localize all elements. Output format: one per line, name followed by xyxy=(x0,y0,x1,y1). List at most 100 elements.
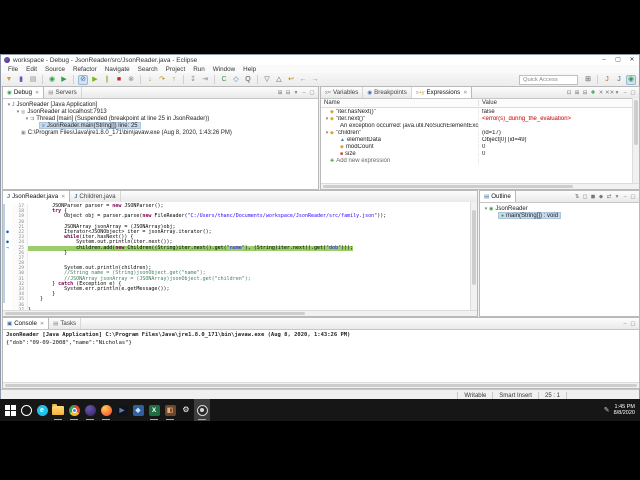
save-icon[interactable]: ▮ xyxy=(16,75,26,85)
menu-file[interactable]: File xyxy=(4,66,22,73)
minimize-icon[interactable]: – xyxy=(621,90,629,96)
new-java-class-icon[interactable]: C xyxy=(219,75,229,85)
tab-expressions[interactable]: x+y Expressions ✕ xyxy=(411,87,473,98)
console-output[interactable]: {"dob":"09-09-2008","name":"Nicholas"} xyxy=(3,338,639,346)
maximize-icon[interactable]: ▢ xyxy=(629,194,637,200)
tab-debug[interactable]: ◉ Debug ✕ xyxy=(3,87,45,98)
debug-tree-row[interactable]: ▾ ◎ JsonReader at localhost:7913 xyxy=(3,108,318,115)
excel-icon[interactable]: X xyxy=(146,399,162,421)
hide-static-members-icon[interactable]: ◼ xyxy=(589,194,597,200)
menu-project[interactable]: Project xyxy=(162,66,190,73)
menu-search[interactable]: Search xyxy=(134,66,162,73)
open-type-icon[interactable]: ◇ xyxy=(231,75,241,85)
expression-row[interactable]: ▾ ◆ "children" (id=17) xyxy=(321,129,639,136)
close-tab-icon[interactable]: ✕ xyxy=(40,321,44,327)
hide-non-public-icon[interactable]: ◆ xyxy=(597,194,605,200)
maximize-icon[interactable]: ▢ xyxy=(308,90,316,96)
debug-tree-row[interactable]: ≡ JsonReader.main(String[]) line: 25 xyxy=(3,122,318,129)
debug-tree-row[interactable]: ▾ J JsonReader [Java Application] xyxy=(3,101,318,108)
expressions-horizontal-scrollbar[interactable] xyxy=(321,183,639,189)
media-app-icon[interactable]: ◧ xyxy=(162,399,178,421)
menu-run[interactable]: Run xyxy=(189,66,209,73)
close-tab-icon[interactable]: ✕ xyxy=(463,90,467,96)
cortana-button[interactable] xyxy=(18,399,34,421)
debug-perspective-icon[interactable]: ◉ xyxy=(626,74,636,85)
step-over-icon[interactable]: ↷ xyxy=(157,75,167,85)
disconnect-icon[interactable]: ⊗ xyxy=(126,75,136,85)
editor-horizontal-scrollbar[interactable] xyxy=(3,310,477,316)
view-layout-icon[interactable]: ⊞ xyxy=(276,90,284,96)
minimize-icon[interactable]: – xyxy=(300,90,308,96)
minimize-icon[interactable]: – xyxy=(621,321,629,327)
obs-icon[interactable] xyxy=(194,399,210,421)
terminate-icon[interactable]: ■ xyxy=(114,75,124,85)
menu-refactor[interactable]: Refactor xyxy=(69,66,101,73)
forward-icon[interactable]: → xyxy=(310,75,320,85)
code-editor[interactable]: 17 JSONParser parser = new JSONParser();… xyxy=(3,202,470,310)
java-perspective-icon[interactable]: J xyxy=(614,75,624,85)
debug-tree-row[interactable]: ▾ ⇉ Thread [main] (Suspended (breakpoint a… xyxy=(3,115,318,122)
view-menu-icon[interactable]: ▾ xyxy=(613,194,621,200)
blue-app-icon[interactable]: ◆ xyxy=(130,399,146,421)
minimize-icon[interactable]: – xyxy=(621,194,629,200)
editor-vertical-scrollbar[interactable] xyxy=(470,202,477,310)
last-edit-location-icon[interactable]: ↩ xyxy=(286,75,296,85)
menu-source[interactable]: Source xyxy=(41,66,69,73)
collapse-all-icon[interactable]: ⊟ xyxy=(581,90,589,96)
link-with-editor-icon[interactable]: ⇄ xyxy=(605,194,613,200)
view-menu-icon[interactable]: ▾ xyxy=(613,90,621,96)
expression-row[interactable]: ✚ Add new expression xyxy=(321,157,639,164)
view-menu-icon[interactable]: ▾ xyxy=(292,90,300,96)
menu-window[interactable]: Window xyxy=(209,66,239,73)
prev-annotation-icon[interactable]: △ xyxy=(274,75,284,85)
close-tab-icon[interactable]: ✕ xyxy=(61,194,65,200)
tab-breakpoints[interactable]: ◉ Breakpoints xyxy=(363,87,412,98)
show-logical-structure-icon[interactable]: ⊞ xyxy=(573,90,581,96)
add-expression-icon[interactable]: ✚ xyxy=(589,90,597,96)
search-icon[interactable]: Q xyxy=(243,75,253,85)
resume-icon[interactable]: ▶ xyxy=(90,75,100,85)
back-icon[interactable]: ← xyxy=(298,75,308,85)
expression-row[interactable]: ◆ "iter.hasNext()" false xyxy=(321,108,639,115)
column-value[interactable]: Value xyxy=(479,100,639,106)
javaee-perspective-icon[interactable]: J xyxy=(602,75,612,85)
use-step-filters-icon[interactable]: ⇥ xyxy=(200,75,210,85)
expression-row[interactable]: ▾ ◆ "iter.next()" <error(s)_during_the_eval… xyxy=(321,115,639,122)
next-annotation-icon[interactable]: ▽ xyxy=(262,75,272,85)
remove-all-expressions-icon[interactable]: ✕✕ xyxy=(605,90,614,96)
console-horizontal-scrollbar[interactable] xyxy=(3,382,639,388)
firefox-icon[interactable] xyxy=(98,399,114,421)
remove-expression-icon[interactable]: ✕ xyxy=(597,90,605,96)
collapse-all-icon[interactable]: ⊟ xyxy=(284,90,292,96)
print-icon[interactable]: ▤ xyxy=(28,75,38,85)
tab-variables[interactable]: x= Variables xyxy=(321,87,364,98)
run-icon[interactable]: ▶ xyxy=(59,75,69,85)
file-explorer-icon[interactable] xyxy=(50,399,66,421)
debug-icon[interactable]: ◉ xyxy=(47,75,57,85)
tab-outline[interactable]: ▤ Outline xyxy=(480,191,516,202)
outline-item[interactable]: ● main(String[]) : void xyxy=(480,212,639,219)
tab-jsonreader-java[interactable]: J JsonReader.java ✕ xyxy=(3,191,71,202)
expression-row[interactable]: ■ size 0 xyxy=(321,150,639,157)
show-types-icon[interactable]: ⊡ xyxy=(565,90,573,96)
drop-to-frame-icon[interactable]: ↧ xyxy=(188,75,198,85)
tab-tasks[interactable]: ▤ Tasks xyxy=(49,318,82,329)
new-wizard-icon[interactable]: ▼ xyxy=(4,75,14,85)
debug-tree-row[interactable]: ▣ C:\Program Files\Java\jre1.8.0_171\bin\… xyxy=(3,129,318,136)
tab-servers[interactable]: ▤ Servers xyxy=(44,87,82,98)
outline-item[interactable]: ▾ ◉ JsonReader xyxy=(480,205,639,212)
skip-breakpoints-icon[interactable]: ⊘ xyxy=(78,74,88,85)
quick-access-input[interactable]: Quick Access xyxy=(519,74,578,85)
hide-fields-icon[interactable]: ◻ xyxy=(581,194,589,200)
pen-tray-icon[interactable]: ✎ xyxy=(604,406,610,414)
suspend-icon[interactable]: ∥ xyxy=(102,75,112,85)
step-return-icon[interactable]: ↑ xyxy=(169,75,179,85)
settings-gear-icon[interactable]: ⚙ xyxy=(178,399,194,421)
menu-edit[interactable]: Edit xyxy=(22,66,41,73)
tab-console[interactable]: ▣ Console ✕ xyxy=(3,318,50,329)
dark-app-icon[interactable]: ▶ xyxy=(114,399,130,421)
sort-icon[interactable]: ⇅ xyxy=(573,194,581,200)
expression-row[interactable]: ▲ elementData Object[0] (id=49) xyxy=(321,136,639,143)
maximize-button[interactable]: ▢ xyxy=(611,55,625,65)
eclipse-icon[interactable] xyxy=(82,399,98,421)
